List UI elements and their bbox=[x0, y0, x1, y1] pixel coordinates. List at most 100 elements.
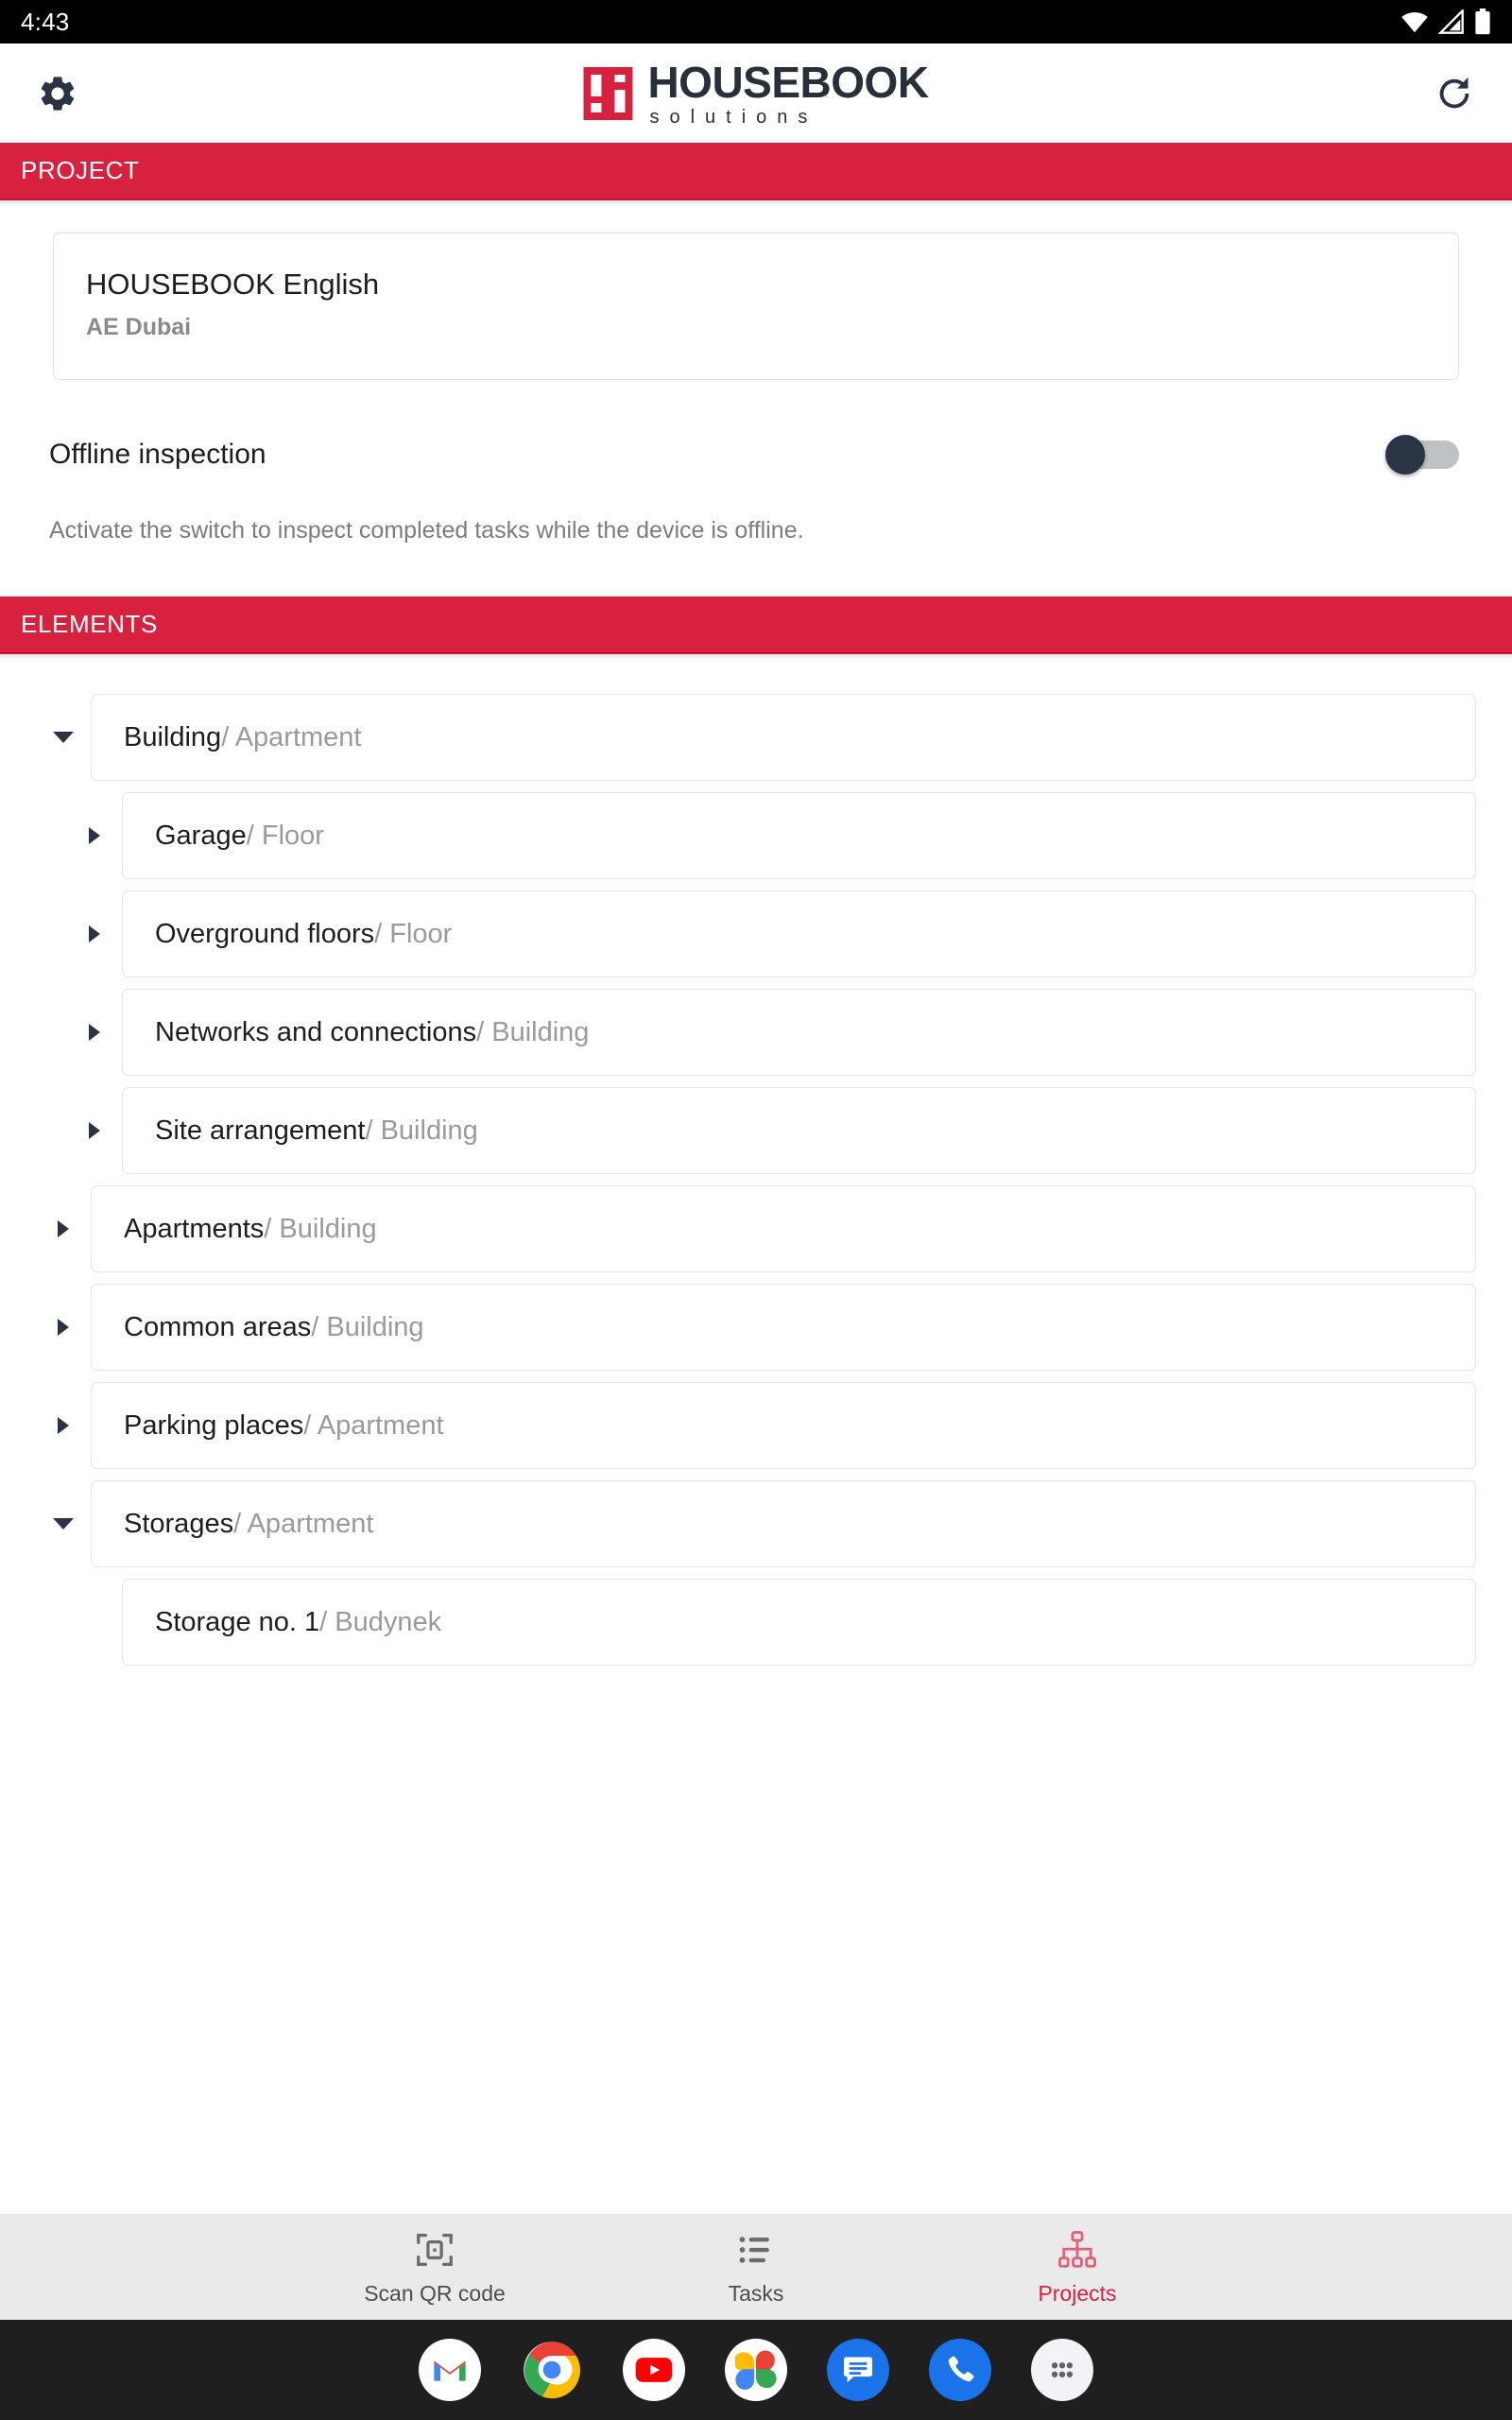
tree-item-type: / Apartment bbox=[303, 1409, 444, 1441]
gmail-icon[interactable] bbox=[419, 2339, 481, 2401]
tree-item-card[interactable]: Building / Apartment bbox=[91, 694, 1476, 781]
tree-item-card[interactable]: Parking places / Apartment bbox=[91, 1382, 1476, 1469]
tree-item-name: Parking places bbox=[124, 1409, 304, 1441]
tree-item-card[interactable]: Storage no. 1 / Budynek bbox=[122, 1579, 1476, 1666]
tree-row: Storage no. 1 / Budynek bbox=[36, 1579, 1476, 1666]
tree-row: Storages / Apartment bbox=[36, 1480, 1476, 1567]
tree-row: Parking places / Apartment bbox=[36, 1382, 1476, 1469]
nav-item-scan-qr-code[interactable]: Scan QR code bbox=[274, 2228, 595, 2307]
nav-label-tasks: Tasks bbox=[728, 2281, 784, 2306]
nav-label-scan-qr-code: Scan QR code bbox=[364, 2281, 506, 2306]
status-bar-clock: 4:43 bbox=[21, 7, 70, 36]
offline-inspection-label: Offline inspection bbox=[49, 439, 266, 470]
tree-item-card[interactable]: Common areas / Building bbox=[91, 1284, 1476, 1371]
app-logo: HOUSEBOOK solutions bbox=[583, 57, 929, 128]
tree-expand-toggle[interactable] bbox=[67, 792, 122, 879]
offline-inspection-toggle[interactable] bbox=[1385, 435, 1459, 475]
status-bar-icons bbox=[1400, 9, 1491, 35]
settings-button[interactable] bbox=[28, 64, 87, 123]
chevron-right-icon bbox=[58, 1220, 69, 1237]
project-card[interactable]: HOUSEBOOK English AE Dubai bbox=[53, 233, 1459, 380]
tree-item-card[interactable]: Site arrangement / Building bbox=[122, 1087, 1476, 1174]
tree-expand-toggle[interactable] bbox=[67, 890, 122, 977]
housebook-logo-mark bbox=[583, 66, 633, 120]
nav-item-projects[interactable]: Projects bbox=[917, 2228, 1238, 2307]
tree-item-name: Site arrangement bbox=[155, 1115, 366, 1146]
android-status-bar: 4:43 bbox=[0, 0, 1512, 43]
tree-item-type: / Building bbox=[264, 1213, 377, 1244]
refresh-button[interactable] bbox=[1425, 64, 1484, 123]
elements-section-header: ELEMENTS bbox=[0, 596, 1512, 660]
tree-item-card[interactable]: Garage / Floor bbox=[122, 792, 1476, 879]
tree-item-card[interactable]: Storages / Apartment bbox=[91, 1480, 1476, 1567]
chevron-right-icon bbox=[89, 925, 100, 942]
tree-item-type: / Apartment bbox=[221, 721, 362, 752]
tree-item-name: Storages bbox=[124, 1508, 234, 1539]
tree-item-type: / Floor bbox=[246, 820, 324, 851]
tree-item-name: Overground floors bbox=[155, 918, 375, 949]
tree-item-name: Networks and connections bbox=[155, 1016, 477, 1047]
qr-scan-icon bbox=[417, 2234, 453, 2266]
refresh-icon bbox=[1439, 77, 1469, 108]
elements-tree: Building / Apartment Garage / Floor Overgr… bbox=[0, 654, 1512, 1677]
tree-expand-toggle[interactable] bbox=[67, 1087, 122, 1174]
tree-row: Building / Apartment bbox=[36, 694, 1476, 781]
tree-item-card[interactable]: Apartments / Building bbox=[91, 1185, 1476, 1272]
tree-item-name: Common areas bbox=[124, 1311, 312, 1342]
app-root: 4:43 HOUSEBOOK solutions PROJECT HOUSEBO… bbox=[0, 0, 1512, 2420]
tree-row: Overground floors / Floor bbox=[36, 890, 1476, 977]
chevron-right-icon bbox=[58, 1417, 69, 1434]
tree-expand-toggle[interactable] bbox=[36, 1185, 91, 1272]
tree-expand-toggle[interactable] bbox=[67, 989, 122, 1076]
android-dock bbox=[0, 2320, 1512, 2420]
tree-row: Site arrangement / Building bbox=[36, 1087, 1476, 1174]
messages-icon[interactable] bbox=[827, 2339, 889, 2401]
toggle-thumb bbox=[1385, 435, 1425, 475]
tree-item-card[interactable]: Networks and connections / Building bbox=[122, 989, 1476, 1076]
tree-item-card[interactable]: Overground floors / Floor bbox=[122, 890, 1476, 977]
bottom-navigation: Scan QR code Tasks Projects bbox=[0, 2214, 1512, 2320]
tree-item-name: Apartments bbox=[124, 1213, 265, 1244]
chevron-right-icon bbox=[89, 827, 100, 844]
tree-item-type: / Apartment bbox=[233, 1508, 374, 1539]
nav-label-projects: Projects bbox=[1038, 2281, 1117, 2306]
org-chart-icon bbox=[1057, 2231, 1097, 2268]
list-icon bbox=[739, 2237, 769, 2263]
wifi-icon bbox=[1401, 11, 1428, 33]
logo-tagline: solutions bbox=[649, 106, 818, 128]
youtube-icon[interactable] bbox=[623, 2339, 685, 2401]
chevron-down-icon bbox=[53, 1518, 74, 1530]
logo-wordmark: HOUSEBOOK bbox=[647, 57, 929, 107]
nav-item-tasks[interactable]: Tasks bbox=[595, 2228, 917, 2307]
tree-expand-spacer bbox=[67, 1579, 122, 1666]
project-location: AE Dubai bbox=[86, 314, 192, 340]
tree-item-type: / Floor bbox=[374, 918, 453, 949]
tree-item-type: / Building bbox=[311, 1311, 424, 1342]
tree-item-name: Building bbox=[124, 721, 222, 752]
tree-expand-toggle[interactable] bbox=[36, 1284, 91, 1371]
offline-inspection-row: Offline inspection bbox=[0, 380, 1512, 475]
app-header: HOUSEBOOK solutions bbox=[0, 43, 1512, 143]
tree-item-name: Garage bbox=[155, 820, 247, 851]
tree-row: Networks and connections / Building bbox=[36, 989, 1476, 1076]
project-section-header: PROJECT bbox=[0, 143, 1512, 206]
app-drawer-icon[interactable] bbox=[1031, 2339, 1093, 2401]
tree-expand-toggle[interactable] bbox=[36, 694, 91, 781]
project-name: HOUSEBOOK English bbox=[86, 268, 380, 301]
tree-expand-toggle[interactable] bbox=[36, 1480, 91, 1567]
offline-inspection-hint: Activate the switch to inspect completed… bbox=[49, 517, 804, 544]
tree-row: Garage / Floor bbox=[36, 792, 1476, 879]
chevron-right-icon bbox=[58, 1319, 69, 1336]
cellular-signal-icon bbox=[1438, 9, 1464, 34]
phone-icon[interactable] bbox=[929, 2339, 991, 2401]
tree-expand-toggle[interactable] bbox=[36, 1382, 91, 1469]
google-photos-icon[interactable] bbox=[725, 2339, 787, 2401]
battery-icon bbox=[1475, 9, 1490, 35]
gear-icon bbox=[41, 76, 75, 111]
chevron-down-icon bbox=[53, 732, 74, 743]
tree-item-type: / Building bbox=[365, 1115, 478, 1146]
tree-item-name: Storage no. 1 bbox=[155, 1606, 320, 1637]
chevron-right-icon bbox=[89, 1122, 100, 1139]
chrome-icon[interactable] bbox=[521, 2339, 583, 2401]
chevron-right-icon bbox=[89, 1024, 100, 1041]
